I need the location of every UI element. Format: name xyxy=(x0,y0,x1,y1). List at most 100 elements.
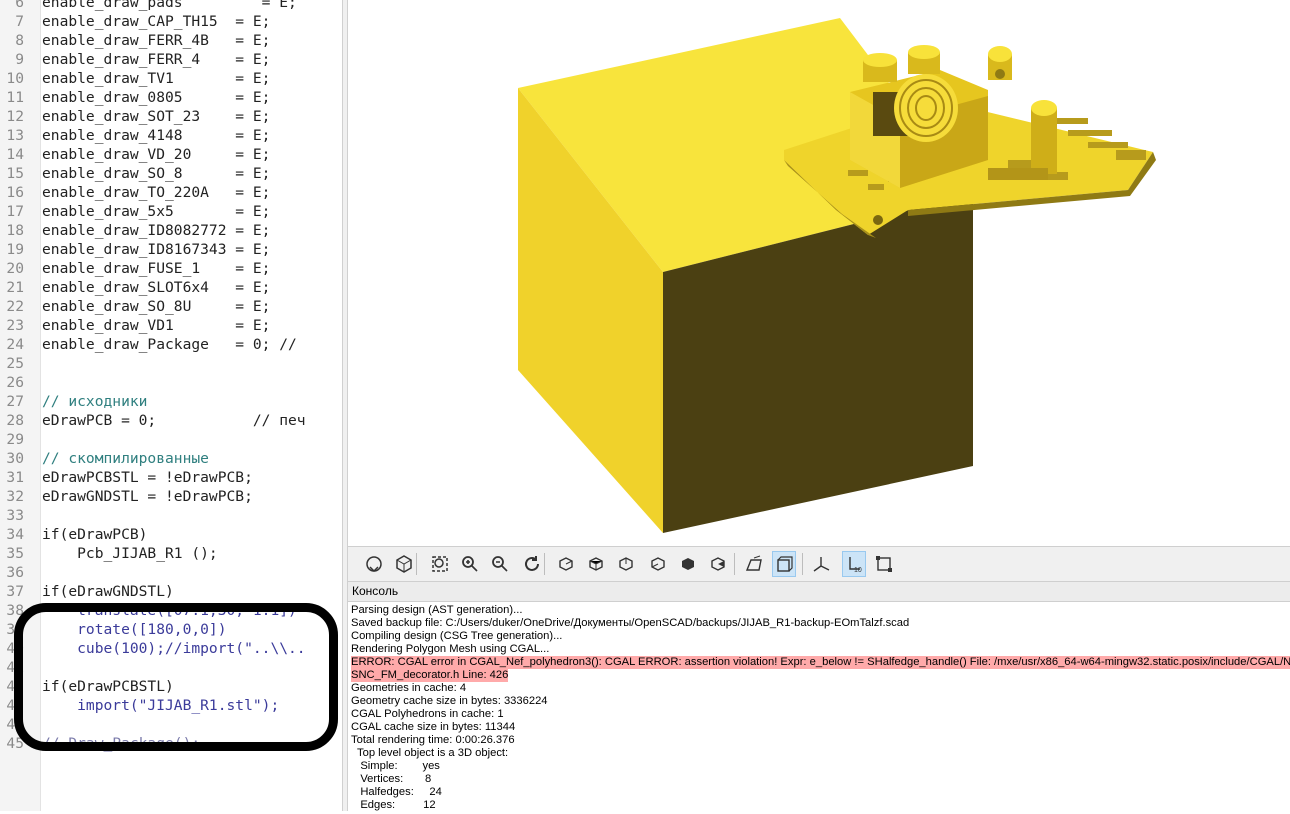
line-number: 26 xyxy=(6,374,24,391)
code-line[interactable]: 27 // исходники xyxy=(0,392,342,411)
preview-button[interactable] xyxy=(362,551,386,577)
line-number: 11 xyxy=(6,89,24,106)
zoom-in-icon xyxy=(462,556,478,572)
code-line[interactable]: 31 eDrawPCBSTL = !eDrawPCB; xyxy=(0,468,342,487)
show-scale-markers-button[interactable]: 10 xyxy=(842,551,866,577)
code-line[interactable]: 17 enable_draw_5x5 = E; xyxy=(0,202,342,221)
code-line[interactable]: 35 Pcb_JIJAB_R1 (); xyxy=(0,544,342,563)
render-button[interactable] xyxy=(392,551,416,577)
toolbar-separator xyxy=(734,553,735,575)
code-text: enable_draw_pads = E; xyxy=(42,0,297,11)
view-right-button[interactable] xyxy=(554,551,578,577)
console-line: Geometries in cache: 4 xyxy=(351,682,467,694)
line-number: 12 xyxy=(6,108,24,125)
line-number: 27 xyxy=(6,393,24,410)
console-error-line: SNC_FM_decorator.h Line: 426 xyxy=(351,669,1287,682)
reset-view-icon xyxy=(525,556,539,571)
code-line[interactable]: 29 xyxy=(0,430,342,449)
code-line[interactable]: 19 enable_draw_ID8167343 = E; xyxy=(0,240,342,259)
line-number: 16 xyxy=(6,184,24,201)
show-scale-markers-icon: 10 xyxy=(849,557,862,574)
console-line: CGAL Polyhedrons in cache: 1 xyxy=(351,708,504,720)
code-line[interactable]: 16 enable_draw_TO_220A = E; xyxy=(0,183,342,202)
line-number: 24 xyxy=(6,336,24,353)
code-line[interactable]: 7 enable_draw_CAP_TH15 = E; xyxy=(0,12,342,31)
code-line[interactable]: 12 enable_draw_SOT_23 = E; xyxy=(0,107,342,126)
code-line[interactable]: 28 eDrawPCB = 0; // печ xyxy=(0,411,342,430)
code-line[interactable]: 34 if(eDrawPCB) xyxy=(0,525,342,544)
console-line: Parsing design (AST generation)... xyxy=(351,604,523,616)
code-text: enable_draw_4148 = E; xyxy=(42,127,271,144)
line-number: 20 xyxy=(6,260,24,277)
code-line[interactable]: 6 enable_draw_pads = E; xyxy=(0,0,342,12)
zoom-out-icon xyxy=(492,556,508,572)
code-line[interactable]: 37 if(eDrawGNDSTL) xyxy=(0,582,342,601)
perspective-icon xyxy=(745,555,762,571)
coil xyxy=(894,74,958,142)
code-line[interactable]: 23 enable_draw_VD1 = E; xyxy=(0,316,342,335)
code-text: enable_draw_TO_220A = E; xyxy=(42,184,271,201)
line-number: 13 xyxy=(6,127,24,144)
console-error-line: ERROR: CGAL error in CGAL_Nef_polyhedron… xyxy=(351,656,1290,669)
line-number: 37 xyxy=(6,583,24,600)
code-text: enable_draw_5x5 = E; xyxy=(42,203,271,220)
code-editor[interactable]: 6 enable_draw_pads = E; 7 enable_draw_CAP_T… xyxy=(0,0,342,811)
zoom-in-button[interactable] xyxy=(458,551,482,577)
code-text: enable_draw_SO_8 = E; xyxy=(42,165,271,182)
code-line[interactable]: 24 enable_draw_Package = 0; // xyxy=(0,335,342,354)
code-line[interactable]: 21 enable_draw_SLOT6x4 = E; xyxy=(0,278,342,297)
code-line[interactable]: 18 enable_draw_ID8082772 = E; xyxy=(0,221,342,240)
line-number: 18 xyxy=(6,222,24,239)
code-line[interactable]: 13 enable_draw_4148 = E; xyxy=(0,126,342,145)
line-number: 33 xyxy=(6,507,24,524)
console-line: Simple: yes xyxy=(351,760,440,772)
line-number: 17 xyxy=(6,203,24,220)
view-top-icon xyxy=(589,557,603,571)
code-line[interactable]: 33 xyxy=(0,506,342,525)
code-line[interactable]: 20 enable_draw_FUSE_1 = E; xyxy=(0,259,342,278)
line-number: 36 xyxy=(6,564,24,581)
view-back-button[interactable] xyxy=(706,551,730,577)
code-text: enable_draw_TV1 = E; xyxy=(42,70,271,87)
code-text: enable_draw_Package = 0; // xyxy=(42,336,297,353)
line-number: 35 xyxy=(6,545,24,562)
console-line: Vertices: 8 xyxy=(351,773,432,785)
code-line[interactable]: 14 enable_draw_VD_20 = E; xyxy=(0,145,342,164)
view-left-button[interactable] xyxy=(646,551,670,577)
console-line: Top level object is a 3D object: xyxy=(351,747,509,759)
code-line[interactable]: 10 enable_draw_TV1 = E; xyxy=(0,69,342,88)
code-text: enable_draw_SLOT6x4 = E; xyxy=(42,279,271,296)
3d-viewport[interactable] xyxy=(348,0,1290,546)
code-line[interactable]: 9 enable_draw_FERR_4 = E; xyxy=(0,50,342,69)
code-line[interactable]: 15 enable_draw_SO_8 = E; xyxy=(0,164,342,183)
show-axes-icon xyxy=(813,557,830,572)
console-title: Консоль xyxy=(348,582,1290,602)
line-number: 21 xyxy=(6,279,24,296)
code-line[interactable]: 36 xyxy=(0,563,342,582)
view-bottom-button[interactable] xyxy=(614,551,638,577)
show-axes-button[interactable] xyxy=(810,551,834,577)
code-line[interactable]: 30 // скомпилированные xyxy=(0,449,342,468)
perspective-button[interactable] xyxy=(742,551,766,577)
rendered-model xyxy=(518,18,1156,533)
line-number: 22 xyxy=(6,298,24,315)
code-text: enable_draw_SO_8U = E; xyxy=(42,298,271,315)
code-line[interactable]: 22 enable_draw_SO_8U = E; xyxy=(0,297,342,316)
reset-view-button[interactable] xyxy=(520,551,544,577)
code-line[interactable]: 26 xyxy=(0,373,342,392)
zoom-out-button[interactable] xyxy=(488,551,512,577)
code-line[interactable]: 11 enable_draw_0805 = E; xyxy=(0,88,342,107)
console-output[interactable]: Parsing design (AST generation)... Saved … xyxy=(348,602,1290,814)
orthogonal-button[interactable] xyxy=(772,551,796,577)
view-bottom-icon xyxy=(619,557,633,571)
view-front-button[interactable] xyxy=(676,551,700,577)
code-text: enable_draw_FERR_4B = E; xyxy=(42,32,271,49)
code-text: // скомпилированные xyxy=(42,450,209,467)
code-line[interactable]: 8 enable_draw_FERR_4B = E; xyxy=(0,31,342,50)
code-line[interactable]: 25 xyxy=(0,354,342,373)
code-text: enable_draw_SOT_23 = E; xyxy=(42,108,271,125)
show-edges-button[interactable] xyxy=(872,551,896,577)
zoom-all-button[interactable] xyxy=(428,551,452,577)
view-top-button[interactable] xyxy=(584,551,608,577)
code-line[interactable]: 32 eDrawGNDSTL = !eDrawPCB; xyxy=(0,487,342,506)
